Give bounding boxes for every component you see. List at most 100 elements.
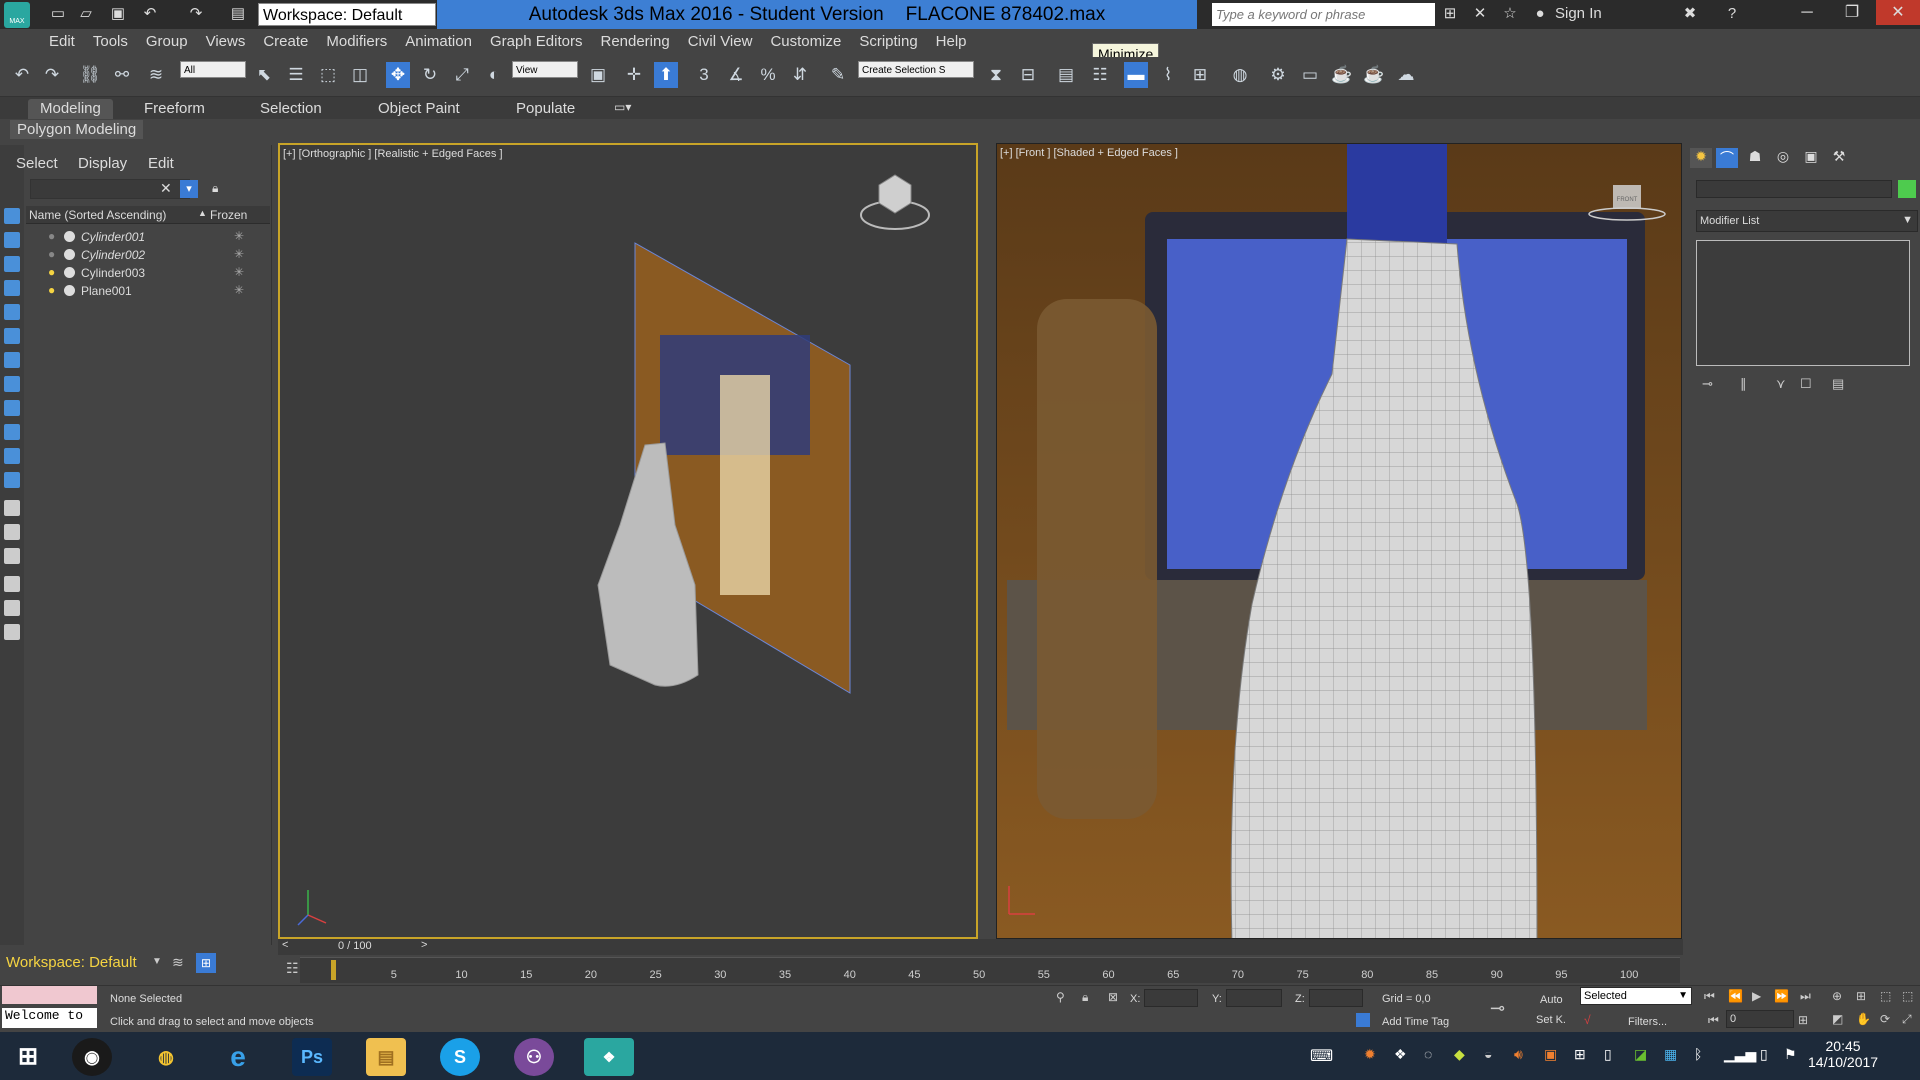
tab-freeform[interactable]: Freeform	[132, 99, 217, 119]
curve-editor-icon[interactable]: ⌇	[1156, 62, 1180, 88]
zoom-icon[interactable]: ⊕	[1832, 989, 1842, 1003]
internet-explorer-icon[interactable]: e	[218, 1038, 258, 1076]
light-bulb-icon[interactable]: ●	[48, 265, 55, 279]
layers-icon[interactable]: ≋	[172, 954, 184, 971]
motion-tab-icon[interactable]: ◎	[1772, 148, 1794, 168]
set-key-button[interactable]: Set K.	[1536, 1014, 1566, 1026]
help-icon[interactable]: ?	[1722, 5, 1742, 23]
menu-animation[interactable]: Animation	[396, 29, 481, 56]
configure-modifier-sets-icon[interactable]: ▤	[1832, 376, 1844, 392]
menu-scripting[interactable]: Scripting	[850, 29, 926, 56]
create-tab-icon[interactable]: ✹	[1690, 148, 1712, 168]
open-file-icon[interactable]: ▱	[76, 5, 96, 23]
select-manipulate-icon[interactable]: ✛	[622, 62, 646, 88]
light-bulb-icon[interactable]: ●	[48, 247, 55, 261]
y-coordinate-field[interactable]	[1226, 989, 1282, 1007]
tab-modeling[interactable]: Modeling	[28, 99, 113, 119]
close-button[interactable]: ✕	[1876, 0, 1920, 25]
tray-icon-1[interactable]: ✹	[1364, 1046, 1376, 1063]
scene-explorer-toggle-icon[interactable]: ⊞	[196, 953, 216, 973]
scene-menu-select[interactable]: Select	[16, 155, 58, 172]
field-of-view-icon[interactable]: ◩	[1832, 1012, 1843, 1026]
x-coordinate-field[interactable]	[1144, 989, 1198, 1007]
time-slider[interactable]: < 0 / 100 >	[278, 939, 1683, 955]
auto-key-button[interactable]: Auto	[1540, 994, 1563, 1006]
modifier-list-select[interactable]: Modifier List ▼	[1696, 210, 1918, 232]
maxscript-listener-pink[interactable]	[2, 986, 97, 1004]
key-mode-icon[interactable]: ⏮	[1708, 1013, 1719, 1028]
display-tab-icon[interactable]: ▣	[1800, 148, 1822, 168]
pin-stack-icon[interactable]: ⊸	[1702, 376, 1713, 392]
project-folder-icon[interactable]: ▤	[228, 5, 248, 23]
save-icon[interactable]: ▣	[108, 5, 128, 23]
skype-icon[interactable]: S	[440, 1038, 480, 1076]
goto-start-icon[interactable]: ⏮	[1704, 989, 1715, 1004]
rectangular-selection-icon[interactable]: ⬚	[316, 62, 340, 88]
pan-view-icon[interactable]: ✋	[1856, 1012, 1871, 1026]
tray-icon-5[interactable]: ◒	[1484, 1046, 1492, 1062]
workspace-select[interactable]: Workspace: Default	[258, 3, 436, 26]
steam-icon[interactable]: ◉	[72, 1038, 112, 1076]
nvidia-icon[interactable]: ◪	[1634, 1046, 1647, 1063]
remove-modifier-icon[interactable]: ☐	[1800, 376, 1812, 392]
play-icon[interactable]: ▶	[1752, 989, 1761, 1003]
layer-icon[interactable]	[4, 624, 20, 640]
key-filters-icon[interactable]: √	[1584, 1013, 1591, 1027]
freeze-icon[interactable]: ✳	[234, 247, 244, 261]
table-row[interactable]: ● Cylinder003 ✳	[26, 264, 270, 282]
menu-edit[interactable]: Edit	[40, 29, 84, 56]
display-spacewarps-icon[interactable]	[4, 352, 20, 368]
ribbon-options-icon[interactable]: ▭▾	[614, 100, 636, 116]
menu-group[interactable]: Group	[137, 29, 197, 56]
maximize-button[interactable]: ❐	[1830, 0, 1874, 25]
dropbox-icon[interactable]: ❖	[1394, 1046, 1407, 1063]
select-and-rotate-icon[interactable]: ↻	[418, 62, 442, 88]
communication-center-icon[interactable]: ✕	[1470, 5, 1490, 23]
maxscript-listener[interactable]: Welcome to	[2, 1008, 97, 1028]
rendered-frame-window-icon[interactable]: ▭	[1298, 62, 1322, 88]
column-frozen[interactable]: Frozen	[210, 208, 247, 222]
filters-button[interactable]: Filters...	[1628, 1016, 1667, 1028]
menu-civil-view[interactable]: Civil View	[679, 29, 762, 56]
z-coordinate-field[interactable]	[1309, 989, 1363, 1007]
battery-icon[interactable]: ▯	[1760, 1046, 1768, 1063]
light-bulb-icon[interactable]: ●	[48, 283, 55, 297]
visibility-icon[interactable]	[64, 249, 75, 260]
show-end-result-icon[interactable]: ∥	[1740, 376, 1747, 392]
display-helpers-icon[interactable]	[4, 328, 20, 344]
find-icon[interactable]: ▾	[180, 180, 198, 198]
table-row[interactable]: ● Cylinder002 ✳	[26, 246, 270, 264]
render-iterative-icon[interactable]: ☕	[1362, 62, 1386, 88]
current-frame-field[interactable]: 0	[1726, 1010, 1794, 1028]
select-and-move-icon[interactable]: ✥	[386, 62, 410, 88]
orbit-icon[interactable]: ⟳	[1880, 1012, 1890, 1026]
tray-icon-3[interactable]: ◌	[1424, 1046, 1432, 1062]
user-icon[interactable]: ●	[1530, 5, 1550, 23]
display-containers-icon[interactable]	[4, 448, 20, 464]
bind-spacewarp-icon[interactable]: ≋	[144, 62, 168, 88]
display-all-icon[interactable]	[4, 500, 20, 516]
volume-icon[interactable]: 🔊︎	[1514, 1046, 1523, 1063]
pivot-center-icon[interactable]: ▣	[586, 62, 610, 88]
invert-display-icon[interactable]	[4, 548, 20, 564]
menu-views[interactable]: Views	[197, 29, 255, 56]
add-time-tag[interactable]: Add Time Tag	[1382, 1016, 1449, 1028]
viewport-label[interactable]: [+] [Front ] [Shaded + Edged Faces ]	[1000, 147, 1178, 159]
binoculars-icon[interactable]: ⊞	[1440, 5, 1460, 23]
minimize-button[interactable]: ─	[1785, 0, 1829, 25]
app-logo[interactable]: MAX	[4, 2, 30, 28]
tab-object-paint[interactable]: Object Paint	[366, 99, 472, 119]
unlink-icon[interactable]: ⚯	[110, 62, 134, 88]
favorites-star-icon[interactable]: ☆	[1500, 5, 1520, 23]
time-config-icon[interactable]: ⊞	[1798, 1013, 1808, 1027]
previous-frame-icon[interactable]: ⏪	[1728, 989, 1743, 1003]
display-lights-icon[interactable]	[4, 280, 20, 296]
goto-end-icon[interactable]: ⏭	[1800, 989, 1811, 1004]
scene-menu-display[interactable]: Display	[78, 155, 127, 172]
keyboard-shortcut-override-icon[interactable]: ⬆	[654, 62, 678, 88]
menu-modifiers[interactable]: Modifiers	[317, 29, 396, 56]
named-selection-set-select[interactable]: Create Selection S	[858, 61, 974, 78]
track-bar[interactable]	[300, 957, 1680, 983]
filter-icon[interactable]	[4, 576, 20, 592]
display-xrefs-icon[interactable]	[4, 400, 20, 416]
